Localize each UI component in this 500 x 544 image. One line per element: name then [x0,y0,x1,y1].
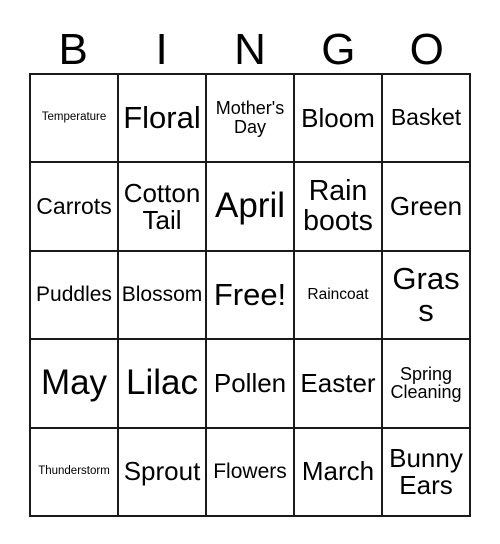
bingo-cell-label: Temperature [41,111,107,124]
bingo-cell-label: Bunny Ears [389,442,463,500]
bingo-cell[interactable]: Cotton Tail [119,163,207,252]
bingo-cell-label: Lilac [126,363,198,403]
bingo-cell[interactable]: Rain boots [295,163,383,252]
bingo-cell[interactable]: Flowers [207,428,295,517]
bingo-cell[interactable]: Easter [295,340,383,429]
bingo-cell-label: Raincoat [307,285,369,303]
bingo-cell-label: Flowers [213,459,287,483]
bingo-cell[interactable]: Spring Cleaning [383,340,471,429]
bingo-cell[interactable]: Blossom [119,251,207,341]
bingo-header-row: B I N G O [29,16,471,73]
header-letter-b: B [58,25,88,74]
bingo-cell-label: Rain boots [303,174,373,237]
bingo-cell-free[interactable]: Free! [207,251,295,341]
bingo-cell-label: Puddles [36,283,112,307]
bingo-cell-label: Spring Cleaning [390,363,462,403]
header-letter-o: O [409,25,444,74]
bingo-cell-label: Blossom [121,283,203,307]
bingo-cell-label: Grass [392,260,460,328]
header-letter-g: G [321,25,356,74]
bingo-cell[interactable]: Sprout [119,428,207,517]
bingo-cell[interactable]: Thunderstorm [31,428,119,517]
bingo-cell-label: Mother's Day [215,98,285,138]
header-letter-i: I [155,25,168,74]
bingo-cell[interactable]: Basket [383,75,471,164]
bingo-cell[interactable]: April [207,163,295,252]
bingo-cell[interactable]: Green [383,163,471,252]
bingo-cell-label: Cotton Tail [123,177,201,235]
bingo-cell-label: Bloom [301,102,375,133]
bingo-cell[interactable]: Bunny Ears [383,428,471,517]
bingo-cell-label: Thunderstorm [38,464,110,477]
bingo-cell[interactable]: Lilac [119,340,207,429]
bingo-cell[interactable]: Puddles [31,251,119,341]
bingo-cell-label: Floral [123,100,201,136]
bingo-card: B I N G O Temperature Floral Mother's Day B… [29,16,471,517]
bingo-cell-label: May [40,363,108,403]
bingo-cell-label: Free! [213,276,287,312]
bingo-cell[interactable]: Pollen [207,340,295,429]
bingo-cell-label: Pollen [213,367,287,398]
bingo-cell-label: March [301,456,375,487]
bingo-cell-label: Basket [390,104,462,131]
bingo-grid: Temperature Floral Mother's Day Bloom Basket… [29,73,471,517]
bingo-cell[interactable]: Bloom [295,75,383,164]
bingo-cell[interactable]: Floral [119,75,207,164]
bingo-cell[interactable]: Temperature [31,75,119,164]
bingo-cell[interactable]: May [31,340,119,429]
header-letter-n: N [234,25,266,74]
bingo-cell[interactable]: Mother's Day [207,75,295,164]
bingo-cell-label: Green [389,191,463,222]
bingo-cell-label: Easter [300,367,376,398]
bingo-cell[interactable]: Carrots [31,163,119,252]
bingo-cell-label: Sprout [123,456,201,487]
bingo-cell[interactable]: Raincoat [295,251,383,341]
bingo-cell-label: Carrots [36,192,112,219]
bingo-cell[interactable]: Grass [383,251,471,341]
bingo-cell[interactable]: March [295,428,383,517]
bingo-cell-label: April [214,186,286,226]
